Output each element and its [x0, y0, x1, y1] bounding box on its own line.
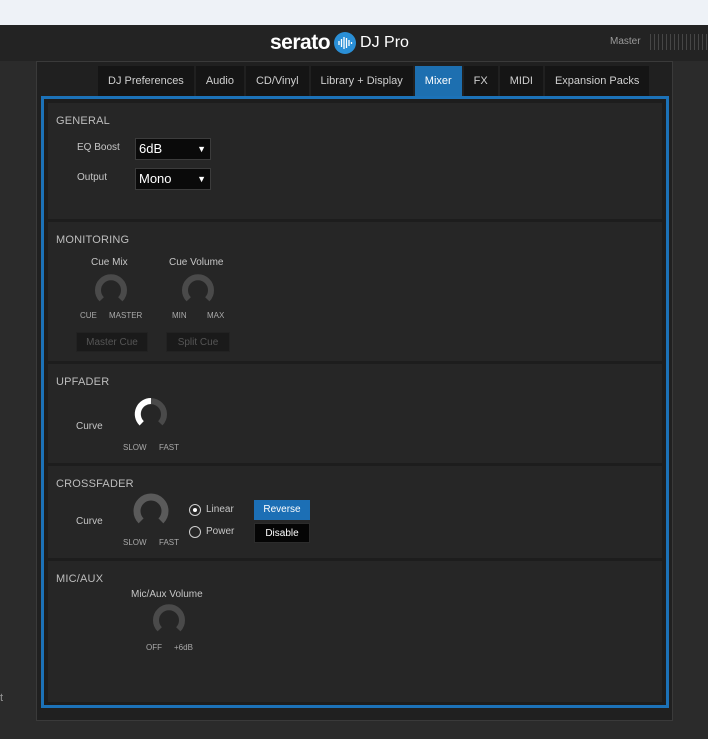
reverse-button[interactable]: Reverse [254, 500, 310, 520]
cue-mix-min-label: CUE [80, 311, 97, 320]
serato-logo: serato DJ Pro [270, 31, 409, 55]
tab-dj-preferences[interactable]: DJ Preferences [98, 66, 194, 96]
cue-mix-label: Cue Mix [91, 257, 128, 268]
upfader-max-label: FAST [159, 443, 180, 452]
crossfader-curve-knob[interactable] [132, 492, 170, 530]
mic-aux-max-label: +6dB [174, 643, 193, 652]
output-value: Mono [139, 171, 172, 186]
master-level-meter [650, 34, 708, 50]
tab-cd-vinyl[interactable]: CD/Vinyl [245, 66, 309, 96]
power-radio[interactable] [189, 526, 201, 538]
mic-aux-volume-knob[interactable] [151, 602, 187, 638]
output-label: Output [77, 172, 108, 183]
split-cue-button[interactable]: Split Cue [166, 332, 230, 352]
output-select[interactable]: Mono ▼ [135, 168, 211, 190]
general-section: GENERAL EQ Boost 6dB ▼ Output Mono ▼ [48, 103, 662, 219]
eq-boost-label: EQ Boost [77, 142, 120, 153]
tab-fx[interactable]: FX [463, 66, 498, 96]
crossfader-max-label: FAST [159, 538, 180, 547]
tab-mixer[interactable]: Mixer [414, 66, 462, 96]
general-title: GENERAL [56, 115, 110, 127]
cue-volume-min-label: MIN [172, 311, 187, 320]
monitoring-title: MONITORING [56, 234, 130, 246]
cue-volume-knob[interactable] [180, 272, 216, 308]
dropdown-arrow-icon: ▼ [197, 144, 206, 154]
master-cue-button[interactable]: Master Cue [76, 332, 148, 352]
power-radio-label: Power [206, 526, 235, 537]
crossfader-min-label: SLOW [123, 538, 147, 547]
eq-boost-value: 6dB [139, 141, 163, 156]
mic-aux-section: MIC/AUX Mic/Aux Volume OFF +6dB [48, 561, 662, 702]
left-edge-text: t [0, 692, 4, 704]
monitoring-section: MONITORING Cue Mix CUE MASTER Cue Volume… [48, 222, 662, 361]
upfader-curve-knob[interactable] [133, 396, 169, 432]
master-label: Master [610, 36, 641, 47]
upfader-title: UPFADER [56, 376, 110, 388]
cue-volume-label: Cue Volume [169, 257, 224, 268]
upfader-section: UPFADER Curve SLOW FAST [48, 364, 662, 463]
cue-volume-max-label: MAX [207, 311, 225, 320]
cue-mix-max-label: MASTER [109, 311, 143, 320]
tab-audio[interactable]: Audio [195, 66, 244, 96]
crossfader-curve-label: Curve [76, 516, 103, 527]
top-strip [0, 0, 708, 25]
eq-boost-select[interactable]: 6dB ▼ [135, 138, 211, 160]
mixer-panel: GENERAL EQ Boost 6dB ▼ Output Mono ▼ MON… [41, 96, 669, 708]
disable-button[interactable]: Disable [254, 523, 310, 543]
upfader-curve-label: Curve [76, 421, 103, 432]
mic-aux-title: MIC/AUX [56, 573, 104, 585]
logo-word: serato [270, 31, 331, 54]
left-panel [0, 61, 36, 739]
tab-library-display[interactable]: Library + Display [310, 66, 413, 96]
linear-radio-label: Linear [206, 504, 234, 515]
waveform-logo-icon [334, 32, 357, 54]
crossfader-section: CROSSFADER Curve SLOW FAST Linear Power … [48, 466, 662, 558]
cue-mix-knob[interactable] [93, 272, 129, 308]
linear-radio[interactable] [189, 504, 201, 516]
mic-aux-min-label: OFF [146, 643, 162, 652]
tab-midi[interactable]: MIDI [499, 66, 543, 96]
logo-product: DJ Pro [360, 34, 409, 51]
tab-expansion-packs[interactable]: Expansion Packs [544, 66, 650, 96]
settings-tabs: DJ Preferences Audio CD/Vinyl Library + … [98, 66, 650, 96]
mic-aux-volume-label: Mic/Aux Volume [131, 589, 203, 600]
app-header: serato DJ Pro Master [0, 25, 708, 61]
crossfader-title: CROSSFADER [56, 478, 134, 490]
upfader-min-label: SLOW [123, 443, 147, 452]
dropdown-arrow-icon: ▼ [197, 174, 206, 184]
